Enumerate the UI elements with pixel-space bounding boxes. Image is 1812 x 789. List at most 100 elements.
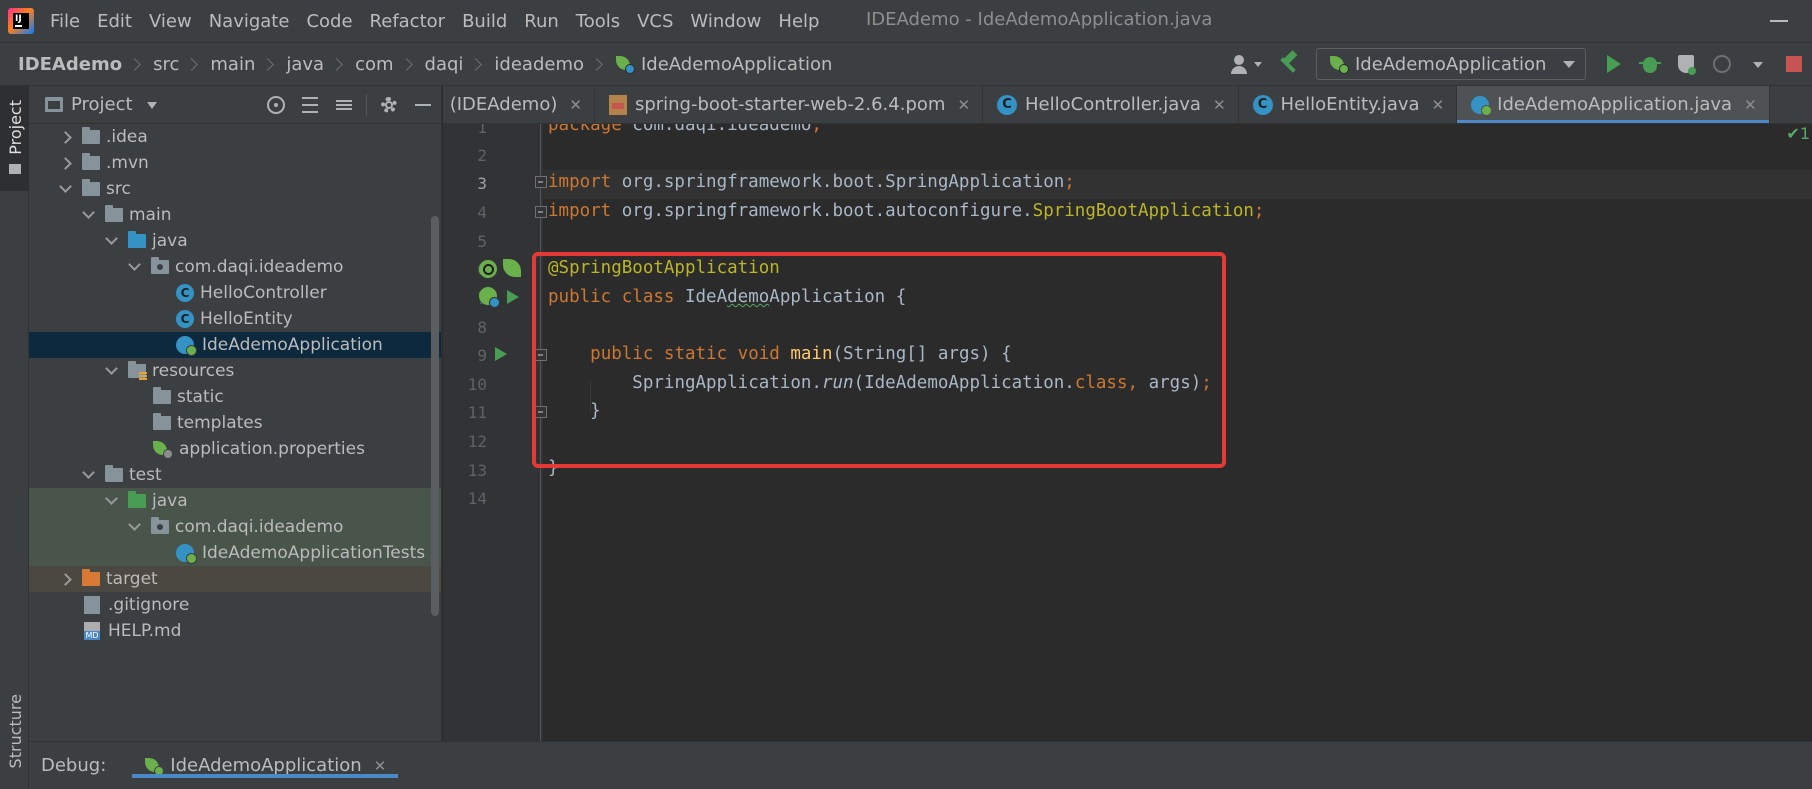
- menu-build[interactable]: Build: [462, 11, 507, 32]
- close-icon[interactable]: ✕: [569, 96, 582, 114]
- structure-tool-button[interactable]: Structure: [6, 694, 25, 768]
- file-icon: [84, 596, 100, 614]
- package-icon: [151, 517, 169, 534]
- menu-help[interactable]: Help: [778, 11, 819, 32]
- tab-hellocontroller[interactable]: C HelloController.java ✕: [983, 86, 1239, 123]
- menu-view[interactable]: View: [149, 11, 192, 32]
- expand-all-icon[interactable]: [298, 93, 322, 117]
- navigation-bar: IDEAdemo src main java com daqi ideademo…: [0, 42, 1812, 86]
- close-icon[interactable]: ✕: [957, 96, 970, 114]
- menu-edit[interactable]: Edit: [97, 11, 132, 32]
- menu-run[interactable]: Run: [524, 11, 559, 32]
- breadcrumb-ideademo[interactable]: ideademo: [494, 54, 584, 75]
- chevron-down-icon[interactable]: [128, 258, 141, 271]
- chevron-right-icon[interactable]: [59, 130, 72, 144]
- breadcrumb-java[interactable]: java: [286, 54, 324, 75]
- close-icon[interactable]: ✕: [1432, 96, 1445, 114]
- spring-boot-class-icon: [1471, 95, 1493, 116]
- menu-vcs[interactable]: VCS: [637, 11, 673, 32]
- run-play-icon[interactable]: [1600, 50, 1628, 78]
- chevron-down-icon[interactable]: [105, 362, 118, 375]
- tree-item-test[interactable]: test: [29, 462, 441, 488]
- tree-item-help-md[interactable]: HELP.md: [29, 618, 441, 644]
- close-icon[interactable]: ✕: [1213, 96, 1226, 114]
- menu-window[interactable]: Window: [690, 11, 761, 32]
- tree-item-src[interactable]: src: [29, 176, 441, 202]
- line-number: 3: [477, 174, 487, 193]
- spring-bean-icon[interactable]: [479, 287, 500, 308]
- menu-tools[interactable]: Tools: [576, 11, 620, 32]
- gear-icon[interactable]: [377, 93, 401, 117]
- code-editor[interactable]: 1 2 3 4 5 6 7 8 9 10 11 12 13 14 package…: [443, 124, 1812, 741]
- tree-item-resources[interactable]: resources: [29, 358, 441, 384]
- breadcrumb-class[interactable]: IdeAdemoApplication: [641, 54, 832, 75]
- chevron-down-icon[interactable]: [82, 466, 95, 479]
- breadcrumb-main[interactable]: main: [210, 54, 255, 75]
- menu-file[interactable]: File: [50, 11, 80, 32]
- breadcrumb-src[interactable]: src: [153, 54, 179, 75]
- tree-item-ideademoapplication[interactable]: IdeAdemoApplication: [29, 332, 441, 358]
- chevron-down-icon[interactable]: [105, 232, 118, 245]
- chevron-down-icon[interactable]: [82, 206, 95, 219]
- project-tool-button[interactable]: Project: [0, 86, 29, 191]
- java-class-icon: C: [176, 310, 194, 328]
- chevron-down-icon[interactable]: [128, 518, 141, 531]
- tree-scrollbar[interactable]: [431, 216, 439, 616]
- user-icon[interactable]: [1228, 50, 1262, 78]
- find-usages-bean-icon[interactable]: [479, 260, 497, 278]
- tree-item-java[interactable]: java: [29, 228, 441, 254]
- fold-marker-icon[interactable]: [535, 176, 547, 188]
- tab-helloentity[interactable]: C HelloEntity.java ✕: [1239, 86, 1458, 123]
- coverage-shield-icon[interactable]: [1672, 50, 1700, 78]
- tree-item-gitignore[interactable]: .gitignore: [29, 592, 441, 618]
- close-icon[interactable]: ✕: [374, 757, 387, 775]
- inspection-checkmark-icon[interactable]: ✔1: [1786, 124, 1810, 143]
- tree-item-templates[interactable]: templates: [29, 410, 441, 436]
- tab-spring-boot-starter-web-pom[interactable]: spring-boot-starter-web-2.6.4.pom ✕: [595, 86, 984, 123]
- run-configuration-select[interactable]: IdeAdemoApplication: [1316, 48, 1586, 80]
- tree-item-mvn[interactable]: .mvn: [29, 150, 441, 176]
- debug-bug-icon[interactable]: [1636, 50, 1664, 78]
- minimize-button[interactable]: [1770, 20, 1788, 22]
- menu-code[interactable]: Code: [306, 11, 352, 32]
- tree-item-idea[interactable]: .idea: [29, 124, 441, 150]
- breadcrumb-project[interactable]: IDEAdemo: [18, 54, 122, 75]
- tree-item-label: application.properties: [179, 439, 365, 459]
- menu-refactor[interactable]: Refactor: [370, 11, 446, 32]
- tree-item-helloentity[interactable]: C HelloEntity: [29, 306, 441, 332]
- collapse-all-icon[interactable]: [332, 93, 356, 117]
- chevron-right-icon[interactable]: [59, 572, 72, 586]
- build-hammer-icon[interactable]: [1274, 50, 1302, 78]
- stop-icon[interactable]: [1780, 50, 1808, 78]
- debug-session-tab[interactable]: IdeAdemoApplication ✕: [132, 742, 399, 789]
- chevron-down-icon[interactable]: [146, 101, 157, 114]
- project-view-selector[interactable]: Project: [71, 94, 133, 115]
- breadcrumb-com[interactable]: com: [355, 54, 393, 75]
- tree-item-main[interactable]: main: [29, 202, 441, 228]
- hide-panel-icon[interactable]: [411, 93, 435, 117]
- tree-item-test-package[interactable]: com.daqi.ideademo: [29, 514, 441, 540]
- fold-marker-icon[interactable]: [535, 206, 547, 218]
- close-icon[interactable]: ✕: [1744, 96, 1757, 114]
- tree-item-application-properties[interactable]: application.properties: [29, 436, 441, 462]
- menu-navigate[interactable]: Navigate: [209, 11, 290, 32]
- tree-item-test-java[interactable]: java: [29, 488, 441, 514]
- more-run-options-icon[interactable]: [1744, 50, 1772, 78]
- tree-item-static[interactable]: static: [29, 384, 441, 410]
- locate-crosshair-icon[interactable]: [264, 93, 288, 117]
- tree-item-label: target: [106, 569, 158, 589]
- tab-ideademoapplication[interactable]: IdeAdemoApplication.java ✕: [1457, 86, 1770, 123]
- chevron-right-icon[interactable]: [59, 156, 72, 170]
- breadcrumb-daqi[interactable]: daqi: [425, 54, 464, 75]
- tree-item-tests-class[interactable]: IdeAdemoApplicationTests: [29, 540, 441, 566]
- tree-item-package[interactable]: com.daqi.ideademo: [29, 254, 441, 280]
- tab-ideademo-pom[interactable]: l (IDEAdemo) ✕: [443, 86, 595, 123]
- chevron-down-icon[interactable]: [105, 492, 118, 505]
- profiler-clock-icon[interactable]: [1708, 50, 1736, 78]
- run-main-gutter-icon[interactable]: [495, 347, 507, 361]
- tree-item-target[interactable]: target: [29, 566, 441, 592]
- tree-item-hellocontroller[interactable]: C HelloController: [29, 280, 441, 306]
- run-gutter-icon[interactable]: [507, 290, 519, 304]
- tree-item-label: HelloController: [200, 283, 327, 303]
- chevron-down-icon[interactable]: [59, 180, 72, 193]
